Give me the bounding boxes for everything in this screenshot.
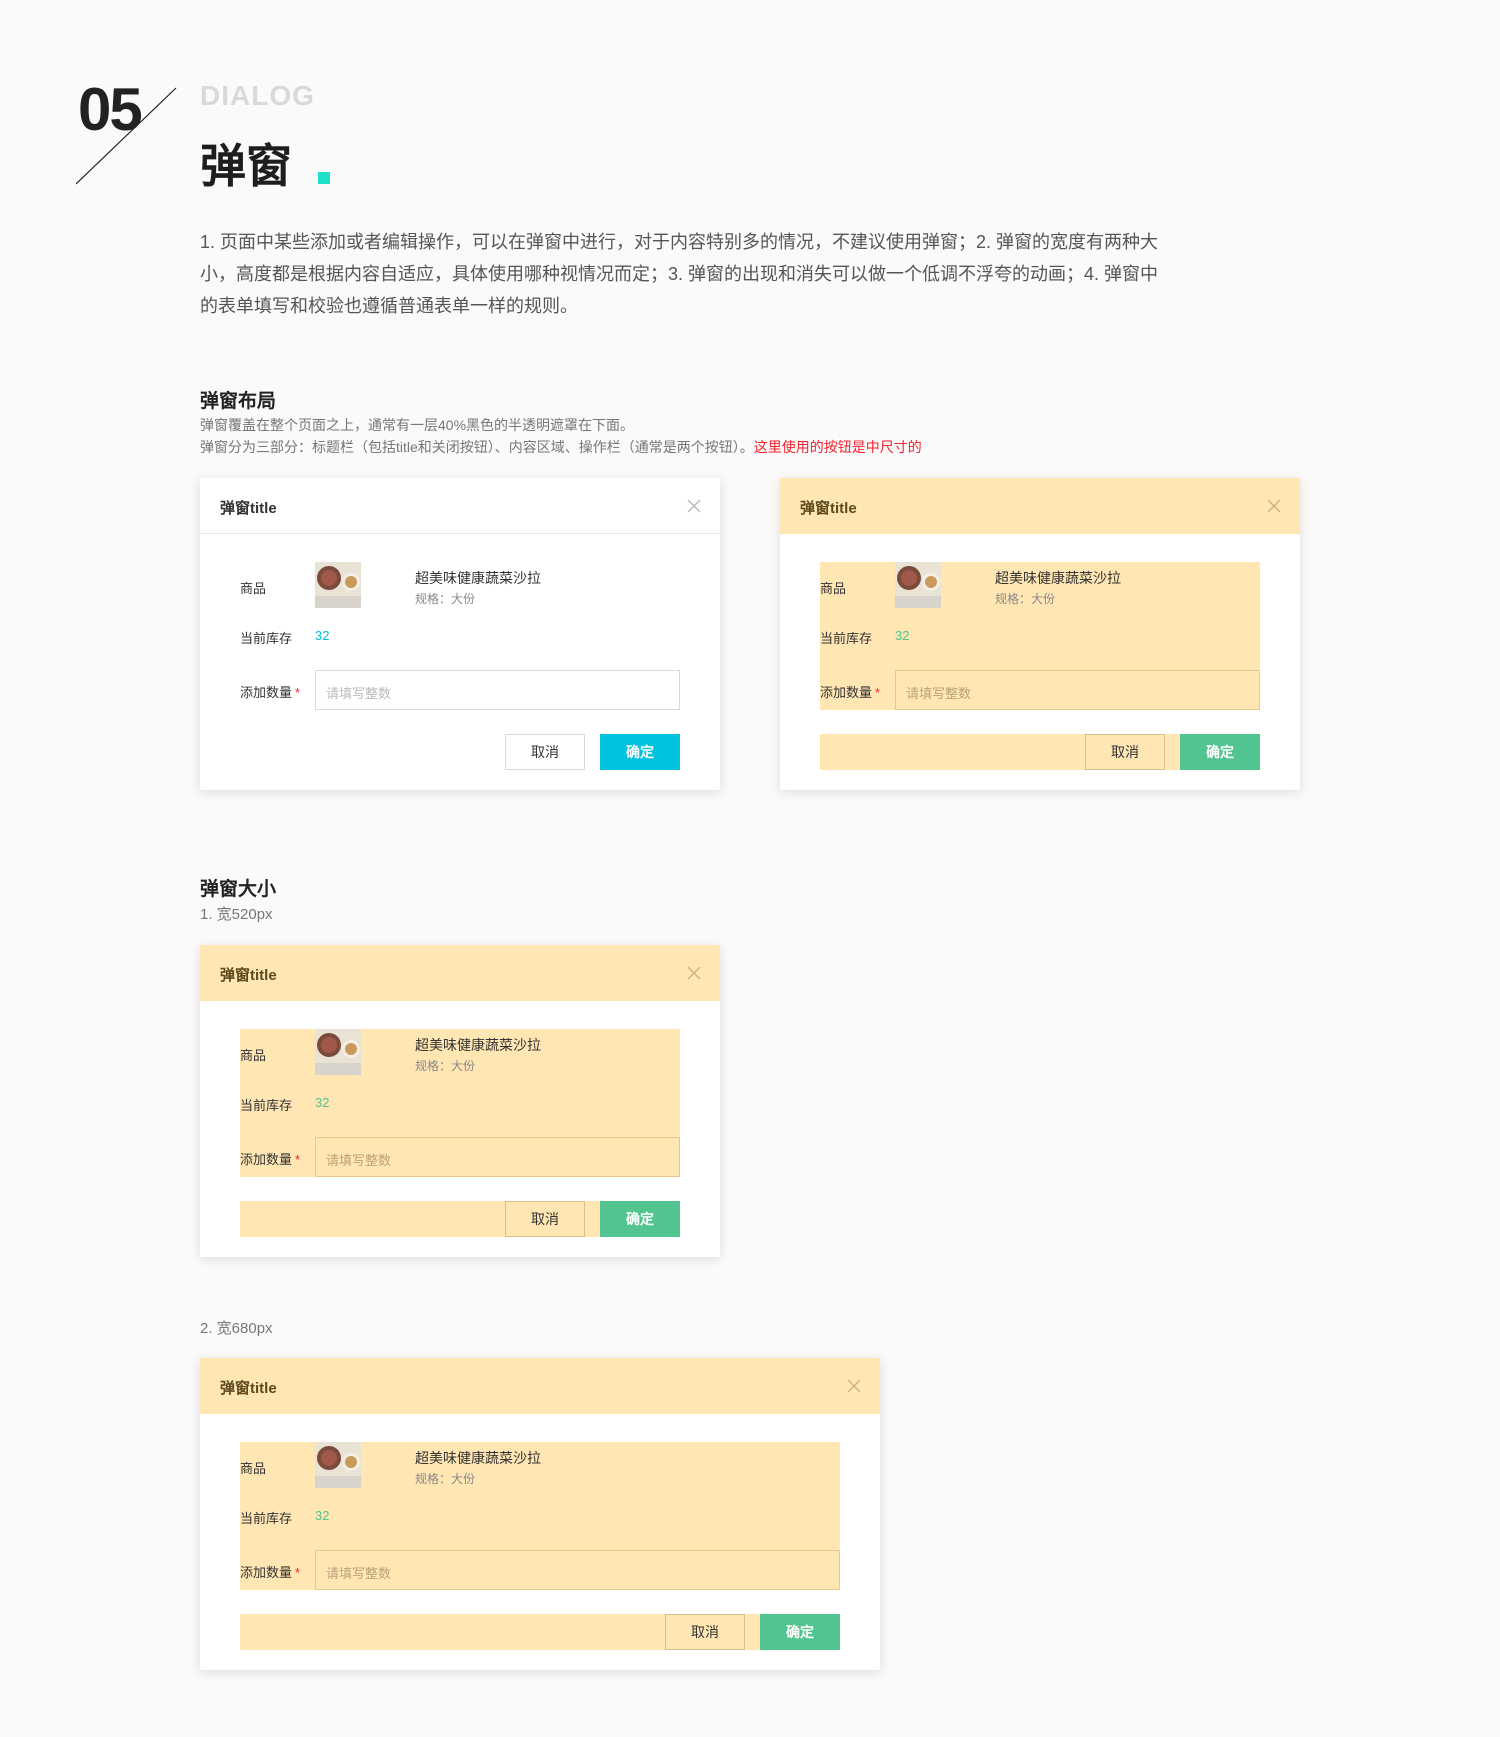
ok-button[interactable]: 确定 bbox=[600, 734, 680, 770]
dialog-header: 弹窗title bbox=[200, 478, 720, 534]
product-label: 商品 bbox=[240, 1048, 267, 1063]
product-label: 商品 bbox=[240, 1461, 267, 1476]
product-spec: 规格：大份 bbox=[415, 1472, 476, 1486]
product-row: 商品 超美味健康蔬菜沙拉 规格：大份 bbox=[240, 562, 680, 608]
stock-value: 32 bbox=[315, 1508, 330, 1523]
layout-section-desc: 弹窗覆盖在整个页面之上，通常有一层40%黑色的半透明遮罩在下面。 弹窗分为三部分… bbox=[200, 414, 922, 458]
dialog-example-normal: 弹窗title 商品 超美味健康蔬菜沙拉 规格：大份 当前库存 32 添加数量 *… bbox=[200, 478, 720, 790]
stock-row: 当前库存 32 bbox=[820, 628, 1260, 646]
stock-value: 32 bbox=[895, 628, 910, 643]
dialog-header: 弹窗title bbox=[780, 478, 1300, 534]
quantity-row: 添加数量 * 请填写整数 bbox=[820, 670, 1260, 710]
size-section-title: 弹窗大小 bbox=[200, 879, 277, 900]
quantity-label: 添加数量 * bbox=[240, 1149, 300, 1168]
section-en-title: DIALOG bbox=[200, 80, 315, 111]
quantity-row: 添加数量 * 请填写整数 bbox=[240, 1550, 840, 1590]
stock-row: 当前库存 32 bbox=[240, 1508, 840, 1526]
close-icon[interactable] bbox=[1266, 498, 1282, 514]
close-icon[interactable] bbox=[686, 498, 702, 514]
dialog-body: 商品 超美味健康蔬菜沙拉 规格：大份 当前库存 32 添加数量 * 请填写整数 bbox=[240, 562, 680, 710]
dialog-body: 商品 超美味健康蔬菜沙拉 规格：大份 当前库存 32 添加数量 * 请填写整数 bbox=[240, 1029, 680, 1177]
section-cn-title: 弹窗 bbox=[200, 140, 292, 192]
quantity-row: 添加数量 * 请填写整数 bbox=[240, 1137, 680, 1177]
product-label: 商品 bbox=[240, 581, 267, 596]
product-spec: 规格：大份 bbox=[415, 592, 476, 606]
section-number: 05 bbox=[78, 76, 143, 143]
product-thumbnail bbox=[315, 1029, 361, 1075]
stock-row: 当前库存 32 bbox=[240, 628, 680, 646]
quantity-label-text: 添加数量 bbox=[240, 1152, 293, 1167]
dialog-title: 弹窗title bbox=[220, 1380, 277, 1397]
dialog-actions: 取消 确定 bbox=[820, 734, 1260, 770]
product-spec: 规格：大份 bbox=[995, 592, 1056, 606]
intro-text: 1. 页面中某些添加或者编辑操作，可以在弹窗中进行，对于内容特别多的情况，不建议… bbox=[200, 232, 1159, 316]
quantity-label: 添加数量 * bbox=[240, 1562, 300, 1581]
product-row: 商品 超美味健康蔬菜沙拉 规格：大份 bbox=[240, 1029, 680, 1075]
dialog-example-layout-highlighted: 弹窗title 商品 超美味健康蔬菜沙拉 规格：大份 当前库存 32 添加数量 *… bbox=[780, 478, 1300, 790]
layout-desc-line-2: 弹窗分为三部分：标题栏（包括title和关闭按钮）、内容区域、操作栏（通常是两个… bbox=[200, 436, 922, 458]
cancel-button[interactable]: 取消 bbox=[505, 734, 585, 770]
dialog-header: 弹窗title bbox=[200, 945, 720, 1001]
product-thumbnail bbox=[315, 562, 361, 608]
product-row: 商品 超美味健康蔬菜沙拉 规格：大份 bbox=[820, 562, 1260, 608]
product-name: 超美味健康蔬菜沙拉 bbox=[995, 570, 1121, 586]
stock-label: 当前库存 bbox=[240, 631, 293, 646]
cancel-button[interactable]: 取消 bbox=[505, 1201, 585, 1237]
size-680-label: 2. 宽680px bbox=[200, 1320, 273, 1337]
dialog-title: 弹窗title bbox=[220, 500, 277, 517]
quantity-label: 添加数量 * bbox=[240, 682, 300, 701]
cancel-button[interactable]: 取消 bbox=[1085, 734, 1165, 770]
page-header: 05 DIALOG 弹窗 bbox=[0, 0, 1500, 192]
product-thumbnail bbox=[895, 562, 941, 608]
dialog-title: 弹窗title bbox=[800, 500, 857, 517]
layout-desc-line-2-text: 弹窗分为三部分：标题栏（包括title和关闭按钮）、内容区域、操作栏（通常是两个… bbox=[200, 439, 754, 455]
dialog-actions: 取消 确定 bbox=[240, 1614, 840, 1650]
quantity-row: 添加数量 * 请填写整数 bbox=[240, 670, 680, 710]
quantity-input[interactable]: 请填写整数 bbox=[315, 1550, 840, 1590]
quantity-label-text: 添加数量 bbox=[240, 685, 293, 700]
stock-row: 当前库存 32 bbox=[240, 1095, 680, 1113]
stock-label: 当前库存 bbox=[240, 1511, 293, 1526]
stock-label: 当前库存 bbox=[240, 1098, 293, 1113]
product-label: 商品 bbox=[820, 581, 847, 596]
ok-button[interactable]: 确定 bbox=[1180, 734, 1260, 770]
close-icon[interactable] bbox=[846, 1378, 862, 1394]
product-name: 超美味健康蔬菜沙拉 bbox=[415, 1037, 541, 1053]
layout-desc-note: 这里使用的按钮是中尺寸的 bbox=[753, 439, 922, 455]
stock-label: 当前库存 bbox=[820, 631, 873, 646]
cancel-button[interactable]: 取消 bbox=[665, 1614, 745, 1650]
product-name: 超美味健康蔬菜沙拉 bbox=[415, 1450, 541, 1466]
dialog-body: 商品 超美味健康蔬菜沙拉 规格：大份 当前库存 32 添加数量 * 请填写整数 bbox=[240, 1442, 840, 1590]
quantity-label-text: 添加数量 bbox=[820, 685, 873, 700]
required-mark: * bbox=[295, 685, 301, 700]
quantity-input[interactable]: 请填写整数 bbox=[315, 1137, 680, 1177]
layout-desc-line-1: 弹窗覆盖在整个页面之上，通常有一层40%黑色的半透明遮罩在下面。 bbox=[200, 417, 635, 433]
ok-button[interactable]: 确定 bbox=[600, 1201, 680, 1237]
product-name: 超美味健康蔬菜沙拉 bbox=[415, 570, 541, 586]
dialog-example-680: 弹窗title 商品 超美味健康蔬菜沙拉 规格：大份 当前库存 32 添加数量 *… bbox=[200, 1358, 880, 1670]
quantity-label: 添加数量 * bbox=[820, 682, 880, 701]
dialog-title: 弹窗title bbox=[220, 967, 277, 984]
quantity-input[interactable]: 请填写整数 bbox=[895, 670, 1260, 710]
accent-dot bbox=[318, 172, 330, 184]
dialog-actions: 取消 确定 bbox=[240, 1201, 680, 1237]
dialog-actions: 取消 确定 bbox=[240, 734, 680, 770]
required-mark: * bbox=[295, 1565, 301, 1580]
ok-button[interactable]: 确定 bbox=[760, 1614, 840, 1650]
dialog-body: 商品 超美味健康蔬菜沙拉 规格：大份 当前库存 32 添加数量 * 请填写整数 bbox=[820, 562, 1260, 710]
layout-section-title: 弹窗布局 bbox=[200, 391, 277, 412]
dialog-example-520: 弹窗title 商品 超美味健康蔬菜沙拉 规格：大份 当前库存 32 添加数量 *… bbox=[200, 945, 720, 1257]
stock-value: 32 bbox=[315, 1095, 330, 1110]
stock-value: 32 bbox=[315, 628, 330, 643]
product-thumbnail bbox=[315, 1442, 361, 1488]
quantity-input[interactable]: 请填写整数 bbox=[315, 670, 680, 710]
required-mark: * bbox=[875, 685, 881, 700]
product-row: 商品 超美味健康蔬菜沙拉 规格：大份 bbox=[240, 1442, 840, 1488]
product-spec: 规格：大份 bbox=[415, 1059, 476, 1073]
required-mark: * bbox=[295, 1152, 301, 1167]
quantity-label-text: 添加数量 bbox=[240, 1565, 293, 1580]
size-520-label: 1. 宽520px bbox=[200, 906, 273, 923]
dialog-header: 弹窗title bbox=[200, 1358, 880, 1414]
close-icon[interactable] bbox=[686, 965, 702, 981]
